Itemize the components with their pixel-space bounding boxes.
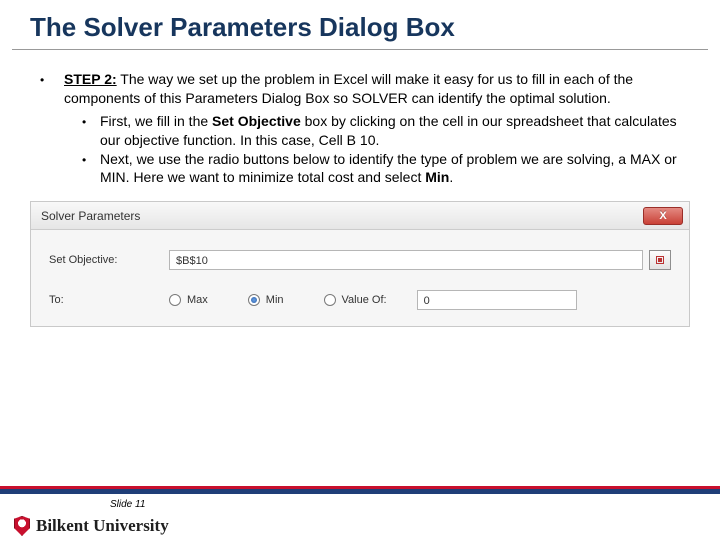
radio-label: Value Of: bbox=[342, 294, 387, 306]
sub-bold: Min bbox=[425, 169, 449, 185]
radio-min[interactable]: Min bbox=[248, 294, 284, 306]
objective-type-group: Max Min Value Of: bbox=[169, 294, 387, 306]
to-label: To: bbox=[49, 294, 169, 306]
dialog-body: Set Objective: $B$10 To: Max Min Value O… bbox=[31, 230, 689, 326]
slide-title: The Solver Parameters Dialog Box bbox=[0, 0, 720, 49]
step-text: STEP 2: The way we set up the problem in… bbox=[64, 71, 633, 106]
sub-item: • Next, we use the radio buttons below t… bbox=[64, 150, 680, 188]
radio-icon bbox=[324, 294, 336, 306]
sub-lead: First, we fill in the bbox=[100, 113, 212, 129]
step-item: • STEP 2: The way we set up the problem … bbox=[40, 70, 680, 187]
bullet-icon: • bbox=[40, 70, 64, 187]
sub-bold: Set Objective bbox=[212, 113, 301, 129]
radio-valueof[interactable]: Value Of: bbox=[324, 294, 387, 306]
set-objective-input[interactable]: $B$10 bbox=[169, 250, 643, 270]
sub-tail: . bbox=[449, 169, 453, 185]
sub-item: • First, we fill in the Set Objective bo… bbox=[64, 112, 680, 150]
dialog-title: Solver Parameters bbox=[41, 209, 140, 223]
footer-logo: Bilkent University bbox=[14, 516, 169, 536]
bullet-icon: • bbox=[82, 112, 100, 150]
close-button[interactable]: X bbox=[643, 207, 683, 225]
shield-icon bbox=[14, 516, 30, 536]
radio-icon bbox=[169, 294, 181, 306]
range-picker-icon bbox=[656, 256, 664, 264]
step-body: The way we set up the problem in Excel w… bbox=[64, 71, 633, 106]
radio-label: Max bbox=[187, 294, 208, 306]
set-objective-label: Set Objective: bbox=[49, 254, 169, 266]
content-area: • STEP 2: The way we set up the problem … bbox=[0, 50, 720, 187]
range-picker-button[interactable] bbox=[649, 250, 671, 270]
step-label: STEP 2: bbox=[64, 71, 117, 87]
footer-bar bbox=[0, 486, 720, 494]
bullet-icon: • bbox=[82, 150, 100, 188]
radio-icon bbox=[248, 294, 260, 306]
radio-max[interactable]: Max bbox=[169, 294, 208, 306]
university-name: Bilkent University bbox=[36, 516, 169, 536]
value-of-input[interactable]: 0 bbox=[417, 290, 577, 310]
dialog-titlebar: Solver Parameters X bbox=[31, 202, 689, 230]
sub-lead: Next, we use the radio buttons below to … bbox=[100, 151, 677, 186]
slide-number: Slide 11 bbox=[110, 499, 145, 510]
solver-dialog: Solver Parameters X Set Objective: $B$10… bbox=[30, 201, 690, 327]
radio-label: Min bbox=[266, 294, 284, 306]
